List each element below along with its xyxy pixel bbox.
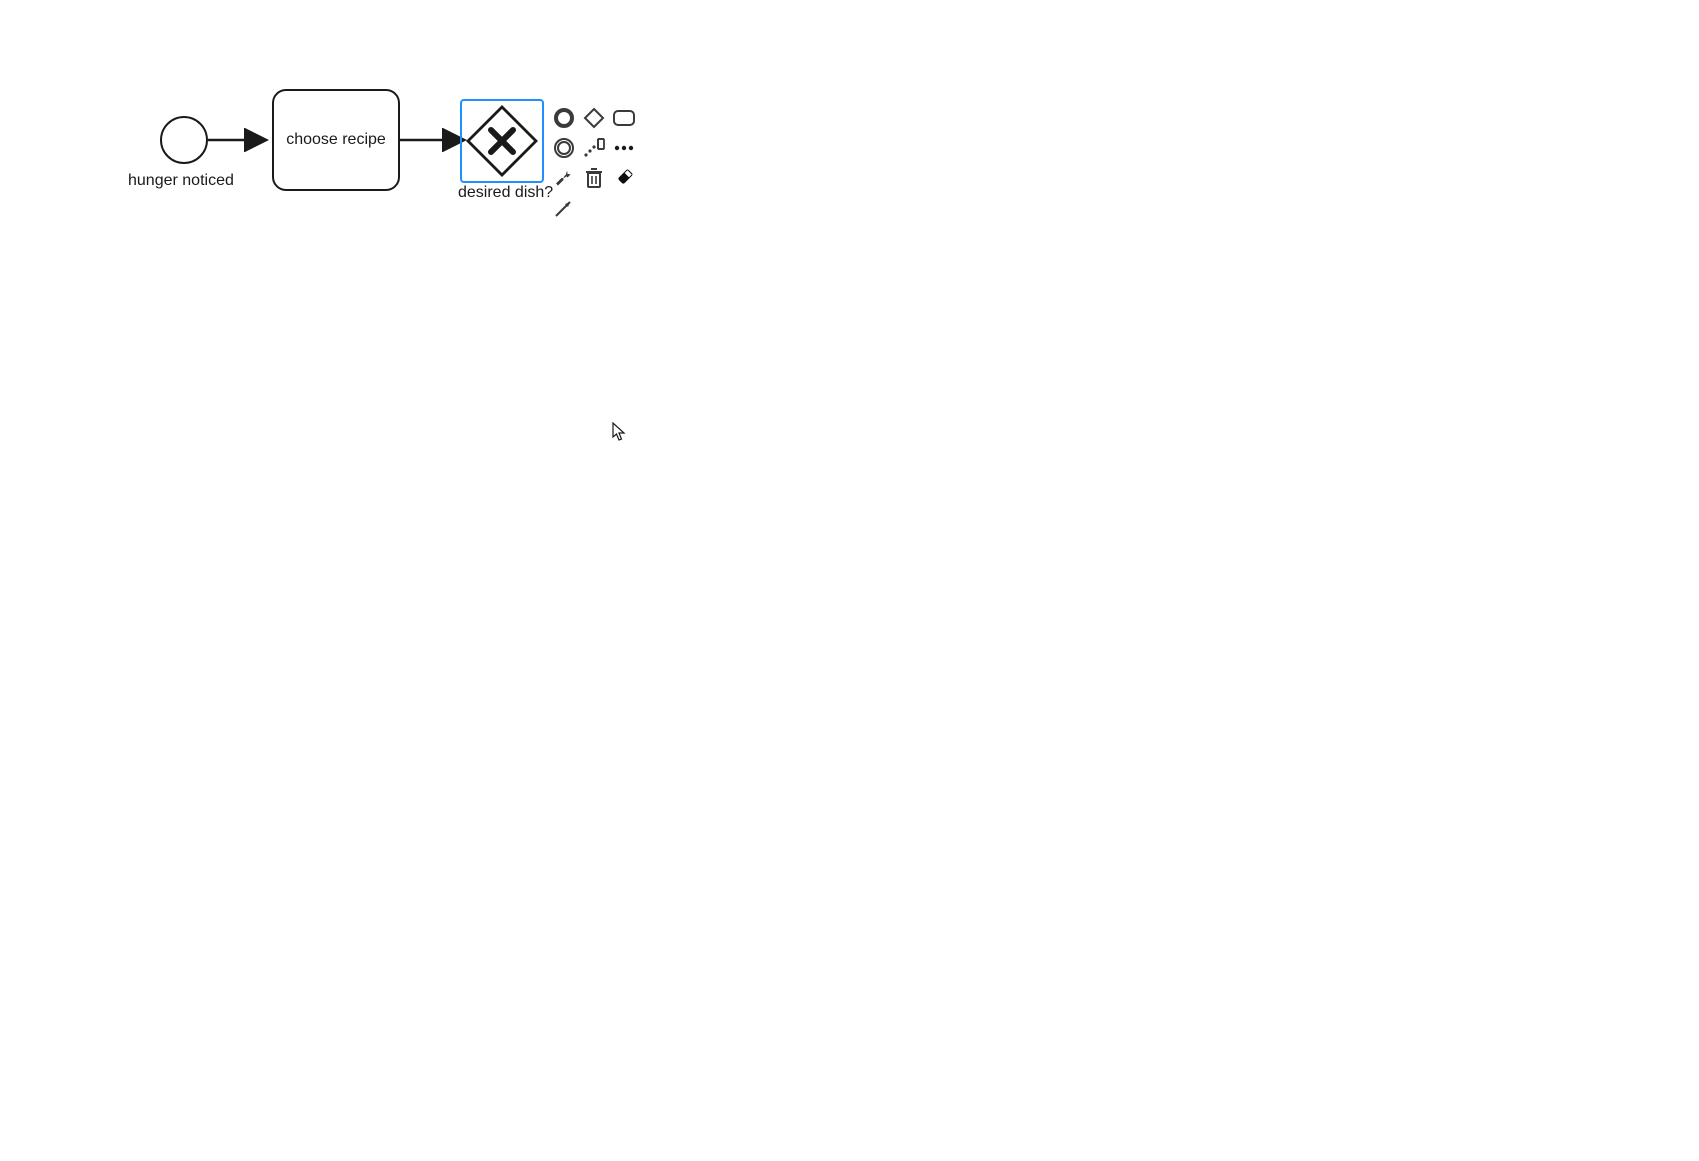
connect-sequence-icon[interactable] bbox=[581, 135, 607, 161]
gateway-label: desired dish? bbox=[458, 184, 553, 202]
diagram-canvas[interactable]: hunger noticed choose recipe bbox=[0, 0, 1699, 1161]
task-choose-recipe[interactable]: choose recipe bbox=[272, 89, 400, 191]
ctx-empty-1 bbox=[581, 195, 607, 221]
sequence-flow-1[interactable] bbox=[208, 128, 274, 152]
wrench-icon[interactable] bbox=[551, 165, 577, 191]
append-gateway-icon[interactable] bbox=[581, 105, 607, 131]
mouse-cursor-icon bbox=[612, 422, 626, 442]
start-event[interactable] bbox=[160, 116, 208, 164]
color-icon[interactable] bbox=[611, 165, 637, 191]
exclusive-gateway[interactable] bbox=[466, 105, 538, 177]
task-label: choose recipe bbox=[286, 131, 386, 149]
trash-icon[interactable] bbox=[581, 165, 607, 191]
connect-icon[interactable] bbox=[551, 195, 577, 221]
context-pad bbox=[550, 104, 638, 222]
start-event-label: hunger noticed bbox=[128, 172, 234, 190]
append-end-event-icon[interactable] bbox=[551, 105, 577, 131]
ctx-empty-2 bbox=[611, 195, 637, 221]
append-task-icon[interactable] bbox=[611, 105, 637, 131]
more-options-icon[interactable] bbox=[611, 135, 637, 161]
append-intermediate-event-icon[interactable] bbox=[551, 135, 577, 161]
